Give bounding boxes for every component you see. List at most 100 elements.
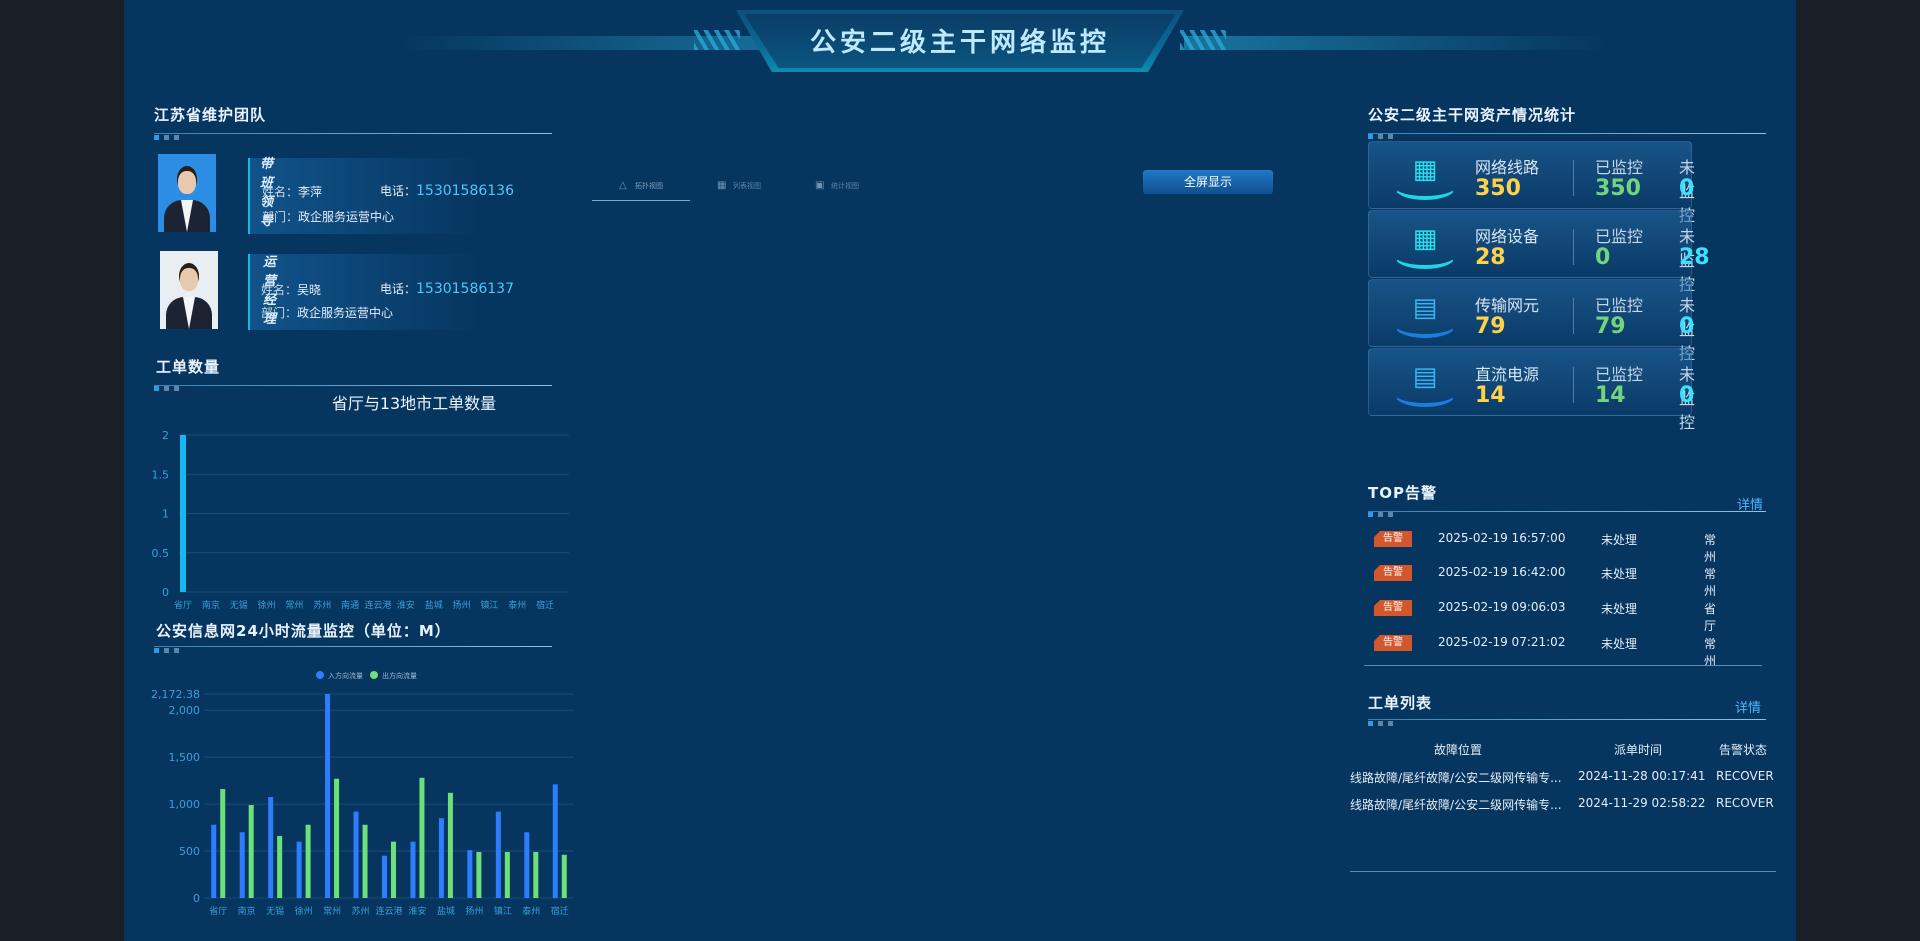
assets-title-dots: [1368, 134, 1393, 139]
view-tabs: △ 拓扑视图 ▦ 列表视图 ▣ 统计视图: [592, 172, 886, 201]
work-status: RECOVER: [1716, 796, 1774, 810]
tab-list[interactable]: ▦ 列表视图: [690, 172, 788, 200]
alarm-status: 未处理: [1601, 602, 1638, 616]
x-tick-label: 徐州: [295, 905, 313, 917]
asset-row: ▤ 直流电源 14 已监控 14 未监控 0: [1368, 348, 1695, 432]
alarm-row[interactable]: 告警 2025-02-19 07:21:02 未处理 常州: [1374, 631, 1716, 668]
alarm-city: 常州: [1704, 567, 1717, 598]
bar: [180, 435, 186, 592]
server-icon: ▦: [1395, 221, 1455, 269]
asset-name: 传输网元: [1475, 296, 1540, 315]
work-time: 2024-11-29 02:58:22: [1578, 796, 1706, 810]
avatar: [158, 154, 216, 232]
work-count-chart-title: 省厅与13地市工单数量: [331, 394, 497, 413]
x-tick-label: 苏州: [313, 599, 331, 611]
unmonitored-value: 0: [1679, 176, 1695, 201]
asset-total: 350: [1475, 176, 1521, 201]
bar-out: [277, 836, 283, 898]
bar-in: [438, 818, 444, 898]
alarms-title: TOP告警: [1368, 484, 1437, 502]
x-tick-label: 省厅: [209, 905, 227, 917]
bar-in: [211, 824, 217, 898]
work-list-detail-link[interactable]: 详情: [1735, 697, 1761, 716]
y-tick-label: 0: [162, 586, 169, 599]
bar-in: [325, 694, 331, 898]
bar-in: [382, 855, 387, 898]
bar-out: [561, 854, 567, 898]
asset-row: ▤ 传输网元 79 已监控 79 未监控 0: [1368, 279, 1695, 363]
unmonitored-value: 0: [1679, 314, 1695, 339]
alarm-time: 2025-02-19 16:42:00: [1438, 565, 1566, 579]
traffic-title-dots: [154, 648, 179, 653]
column-header-status: 告警状态: [1719, 743, 1768, 757]
tab-topology[interactable]: △ 拓扑视图: [592, 172, 690, 201]
x-tick-label: 连云港: [375, 905, 402, 917]
x-tick-label: 泰州: [508, 599, 526, 611]
alarm-row[interactable]: 告警 2025-02-19 16:57:00 未处理 常州: [1374, 527, 1716, 564]
x-tick-label: 镇江: [480, 599, 498, 611]
member-phone: 电话：15301586137: [380, 281, 514, 297]
y-tick-label: 2,172.38: [151, 688, 200, 701]
bar-in: [410, 841, 416, 898]
bar-in: [353, 811, 359, 898]
alarm-tag: 告警: [1374, 635, 1412, 651]
alarm-time: 2025-02-19 09:06:03: [1438, 600, 1566, 614]
monitored-label: 已监控: [1595, 296, 1644, 315]
tab-stats[interactable]: ▣ 统计视图: [788, 172, 886, 200]
member-phone: 电话：15301586136: [380, 183, 514, 199]
asset-row: ▦ 网络设备 28 已监控 0 未监控 28: [1368, 210, 1710, 294]
x-tick-label: 南京: [238, 905, 256, 917]
monitored-value: 350: [1595, 176, 1641, 201]
x-tick-label: 宿迁: [536, 599, 554, 611]
alarms-title-line: [1368, 511, 1766, 512]
alarm-row[interactable]: 告警 2025-02-19 09:06:03 未处理 省厅: [1374, 596, 1716, 633]
work-status: RECOVER: [1716, 769, 1774, 783]
x-tick-label: 南通: [341, 599, 359, 611]
bar-in: [552, 784, 558, 898]
column-header-time: 派单时间: [1614, 743, 1663, 757]
divider: [1350, 871, 1776, 872]
bar-out: [220, 789, 226, 898]
bar-out: [504, 851, 510, 898]
x-tick-label: 常州: [285, 599, 303, 611]
monitored-label: 已监控: [1595, 365, 1644, 384]
x-tick-label: 连云港: [364, 599, 391, 611]
monitored-value: 14: [1595, 383, 1626, 408]
work-count-title-dots: [154, 386, 179, 391]
page-title: 公安二级主干网络监控: [809, 28, 1110, 58]
alarm-city: 常州: [1704, 637, 1717, 668]
asset-total: 79: [1475, 314, 1506, 339]
alarm-row[interactable]: 告警 2025-02-19 16:42:00 未处理 常州: [1374, 561, 1716, 598]
x-tick-label: 扬州: [465, 905, 483, 917]
asset-name: 网络线路: [1475, 158, 1540, 177]
work-count-chart: 0 0.5 1 1.5 2 省厅 南京 无锡 徐州 常州 苏州 南通 连云港 淮安 盐城 扬州 镇江 泰州 宿迁: [152, 429, 569, 611]
fullscreen-button[interactable]: 全屏显示: [1143, 170, 1273, 194]
monitored-value: 0: [1595, 245, 1611, 270]
member-dept: 部门：政企服务运营中心: [262, 210, 395, 224]
bar-in: [296, 841, 302, 898]
divider: [1573, 367, 1574, 403]
topology-icon: △: [619, 180, 627, 191]
member-name: 姓名：吴晓: [261, 283, 322, 297]
legend-swatch: [316, 671, 324, 679]
grid-icon: ▦: [717, 180, 727, 191]
y-tick-label: 1,500: [169, 751, 201, 764]
x-tick-label: 盐城: [425, 599, 443, 611]
work-location[interactable]: 线路故障/尾纤故障/公安二级网传输专...: [1350, 769, 1562, 786]
team-title-line: [154, 133, 552, 134]
work-location[interactable]: 线路故障/尾纤故障/公安二级网传输专...: [1350, 796, 1562, 813]
y-tick-label: 1.5: [152, 468, 170, 481]
x-tick-label: 扬州: [453, 599, 471, 611]
dashboard: 公安二级主干网络监控 江苏省维护团队 带班领导 姓名：李萍 电话：1530158…: [124, 0, 1796, 941]
assets-title-line: [1368, 133, 1766, 134]
alarm-tag: 告警: [1374, 600, 1412, 616]
team-title-dots: [154, 135, 179, 140]
monitored-value: 79: [1595, 314, 1626, 339]
alarm-tag: 告警: [1374, 565, 1412, 581]
traffic-chart: 入方向流量 出方向流量 0 500 1,000 1,500 2,000 2,172.38 省厅南…: [151, 671, 574, 917]
avatar: [160, 251, 218, 329]
x-tick-label: 省厅: [174, 599, 192, 611]
bar-out: [248, 805, 254, 898]
bar-out: [362, 824, 368, 898]
alarm-city: 常州: [1704, 533, 1717, 564]
